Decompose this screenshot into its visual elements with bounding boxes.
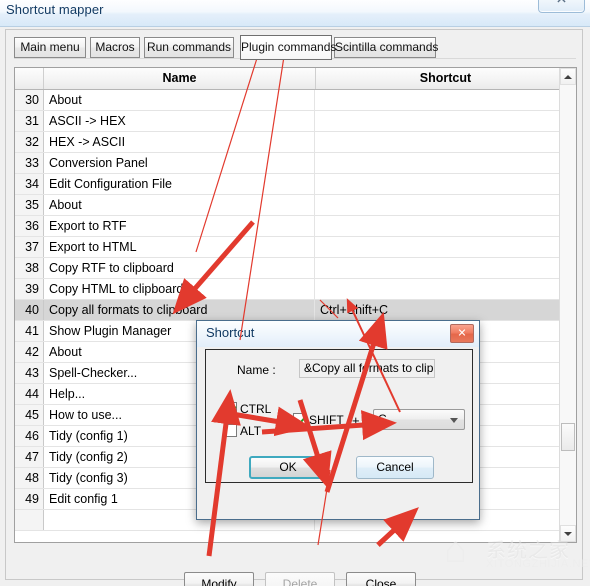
shortcut-dialog: Shortcut ✕ Name : &Copy all formats to c… [196, 320, 480, 520]
row-index: 40 [15, 300, 44, 320]
row-index: 41 [15, 321, 44, 341]
key-select[interactable]: C [373, 409, 465, 430]
scrollbar-thumb[interactable] [561, 423, 575, 451]
table-row[interactable]: 37 Export to HTML [15, 237, 576, 258]
table-scrollbar[interactable] [559, 68, 576, 542]
row-shortcut [316, 174, 574, 194]
close-icon: ✕ [457, 327, 467, 339]
row-shortcut: Ctrl+Shift+C [320, 303, 389, 317]
plus-separator-left: + [282, 413, 290, 427]
modify-button[interactable]: Modify [184, 572, 254, 586]
table-row[interactable]: 40 Copy all formats to clipboard Ctrl+Shif… [15, 300, 576, 321]
row-shortcut [316, 216, 574, 236]
table-row[interactable]: 38 Copy RTF to clipboard [15, 258, 576, 279]
row-name: Edit Configuration File [45, 174, 315, 194]
row-shortcut [316, 279, 574, 299]
row-name: About [45, 90, 315, 110]
row-index: 39 [15, 279, 44, 299]
window-titlebar: Shortcut mapper [0, 0, 590, 26]
checkbox-icon [224, 402, 237, 415]
table-row[interactable]: 33 Conversion Panel [15, 153, 576, 174]
shift-checkbox-label: SHIFT [309, 413, 344, 427]
row-index: 32 [15, 132, 44, 152]
row-index: 38 [15, 258, 44, 278]
ok-button[interactable]: OK [249, 456, 327, 479]
row-shortcut [316, 153, 574, 173]
row-shortcut [316, 258, 574, 278]
name-label: Name : [237, 363, 276, 377]
row-name: Conversion Panel [45, 153, 315, 173]
cancel-button[interactable]: Cancel [356, 456, 434, 479]
ctrl-checkbox[interactable]: CTRL [224, 402, 271, 416]
dialog-titlebar: Shortcut [197, 321, 479, 347]
row-name: Copy HTML to clipboard [45, 279, 315, 299]
column-header-index[interactable] [15, 68, 44, 89]
row-index: 47 [15, 447, 44, 467]
row-shortcut [316, 90, 574, 110]
close-icon: ✕ [556, 0, 568, 8]
row-name: ASCII -> HEX [45, 111, 315, 131]
window-close-button[interactable]: ✕ [538, 0, 585, 13]
table-row[interactable]: 31 ASCII -> HEX [15, 111, 576, 132]
row-name: About [45, 195, 315, 215]
shift-checkbox[interactable]: SHIFT [293, 413, 344, 427]
row-index: 45 [15, 405, 44, 425]
app-window: Shortcut mapper ✕ Main menu Macros Run c… [0, 0, 590, 586]
tab-run-commands[interactable]: Run commands [144, 37, 234, 58]
row-name: Export to RTF [45, 216, 315, 236]
chevron-down-icon [450, 418, 458, 423]
name-input[interactable]: &Copy all formats to clipboa [299, 359, 435, 378]
row-index: 49 [15, 489, 44, 509]
row-name: Copy all formats to clipboard [45, 300, 315, 320]
row-index: 42 [15, 342, 44, 362]
row-index: 43 [15, 363, 44, 383]
tab-plugin-commands[interactable]: Plugin commands [240, 35, 336, 60]
row-index: 31 [15, 111, 44, 131]
table-row[interactable]: 35 About [15, 195, 576, 216]
row-index: 35 [15, 195, 44, 215]
checkbox-icon [224, 424, 237, 437]
row-index [15, 510, 44, 530]
plus-separator-right: + [352, 413, 360, 428]
row-index: 48 [15, 468, 44, 488]
table-row[interactable]: 32 HEX -> ASCII [15, 132, 576, 153]
row-name: Copy RTF to clipboard [45, 258, 315, 278]
row-shortcut [316, 111, 574, 131]
row-shortcut [316, 195, 574, 215]
checkbox-icon [293, 413, 306, 426]
table-row[interactable]: 39 Copy HTML to clipboard [15, 279, 576, 300]
row-index: 37 [15, 237, 44, 257]
row-index: 33 [15, 153, 44, 173]
close-button[interactable]: Close [346, 572, 416, 586]
scroll-up-arrow-icon[interactable] [560, 68, 576, 85]
key-select-value: C [378, 412, 387, 426]
window-title: Shortcut mapper [6, 2, 104, 17]
tab-macros[interactable]: Macros [90, 37, 140, 58]
table-row[interactable]: 34 Edit Configuration File [15, 174, 576, 195]
alt-checkbox-label: ALT [240, 424, 262, 438]
tab-main-menu[interactable]: Main menu [14, 37, 86, 58]
table-header-row: Name Shortcut [15, 68, 576, 90]
row-index: 36 [15, 216, 44, 236]
column-header-shortcut[interactable]: Shortcut [316, 68, 575, 89]
row-shortcut [316, 237, 574, 257]
column-header-name[interactable]: Name [44, 68, 316, 89]
table-row[interactable]: 30 About [15, 90, 576, 111]
dialog-title: Shortcut [206, 325, 255, 340]
dialog-close-button[interactable]: ✕ [450, 324, 474, 343]
row-shortcut [316, 132, 574, 152]
row-name: Export to HTML [45, 237, 315, 257]
tab-scintilla-commands[interactable]: Scintilla commands [334, 37, 438, 58]
row-index: 46 [15, 426, 44, 446]
ctrl-checkbox-label: CTRL [240, 402, 272, 416]
row-index: 44 [15, 384, 44, 404]
delete-button: Delete [265, 572, 335, 586]
alt-checkbox[interactable]: ALT [224, 424, 261, 438]
table-row[interactable]: 36 Export to RTF [15, 216, 576, 237]
row-index: 34 [15, 174, 44, 194]
row-index: 30 [15, 90, 44, 110]
scroll-down-arrow-icon[interactable] [560, 525, 576, 542]
row-name: HEX -> ASCII [45, 132, 315, 152]
